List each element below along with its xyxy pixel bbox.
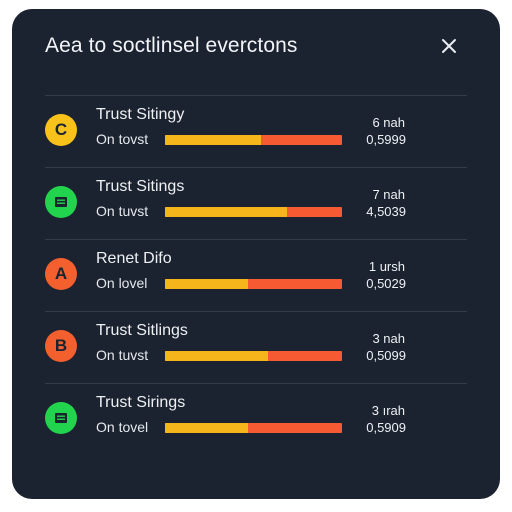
- close-icon: [442, 39, 456, 53]
- document-icon: [45, 402, 77, 434]
- item-value: 0,5999: [366, 132, 406, 147]
- item-sub: On tuvst: [96, 347, 149, 363]
- progress-fill: [165, 279, 249, 289]
- progress-bar: [165, 279, 342, 289]
- item-sub: On tuvst: [96, 203, 149, 219]
- item-duration: 1 ursh: [368, 259, 405, 274]
- item-name: Renet Difo: [96, 250, 172, 267]
- document-icon: [45, 186, 77, 218]
- letter-b-icon: B: [45, 330, 77, 362]
- badge-letter: C: [54, 120, 68, 139]
- list-item[interactable]: C Trust Sitingy On tovst 6 nah 0,5999: [45, 96, 467, 168]
- progress-bar: [165, 351, 342, 361]
- dialog-panel: Aea to soctlinsel everctons C Trust Siti…: [12, 9, 500, 499]
- item-value: 4,5039: [366, 204, 406, 219]
- list-item[interactable]: A Renet Difo On lovel 1 ursh 0,5029: [45, 240, 467, 312]
- badge-letter: A: [54, 264, 68, 283]
- progress-fill: [165, 135, 261, 145]
- item-sub: On tovel: [96, 419, 149, 435]
- list-item[interactable]: Trust Sitings On tuvst 7 nah 4,5039: [45, 168, 467, 240]
- item-value: 0,5099: [366, 348, 406, 363]
- item-name: Trust Sirings: [96, 394, 186, 411]
- progress-bar: [165, 207, 342, 217]
- item-sub: On lovel: [96, 275, 148, 291]
- list-item[interactable]: B Trust Sitlings On tuvst 3 nah 0,5099: [45, 312, 467, 384]
- progress-bar: [165, 423, 342, 433]
- progress-fill: [165, 207, 288, 217]
- badge-letter: B: [54, 336, 68, 355]
- item-name: Trust Sitings: [96, 178, 185, 195]
- progress-bar: [165, 135, 342, 145]
- letter-c-icon: C: [45, 114, 77, 146]
- progress-fill: [165, 351, 268, 361]
- item-name: Trust Sitingy: [96, 106, 185, 123]
- close-button[interactable]: [438, 35, 460, 57]
- progress-fill: [165, 423, 249, 433]
- item-duration: 6 nah: [372, 115, 405, 130]
- item-duration: 7 nah: [372, 187, 405, 202]
- item-duration: 3 ırah: [371, 403, 405, 418]
- item-duration: 3 nah: [372, 331, 405, 346]
- item-value: 0,5909: [366, 420, 406, 435]
- letter-a-icon: A: [45, 258, 77, 290]
- list-item[interactable]: Trust Sirings On tovel 3 ırah 0,5909: [45, 384, 467, 456]
- dialog-title: Aea to soctlinsel everctons: [45, 34, 298, 57]
- item-sub: On tovst: [96, 131, 149, 147]
- item-value: 0,5029: [366, 276, 406, 291]
- item-name: Trust Sitlings: [96, 322, 188, 339]
